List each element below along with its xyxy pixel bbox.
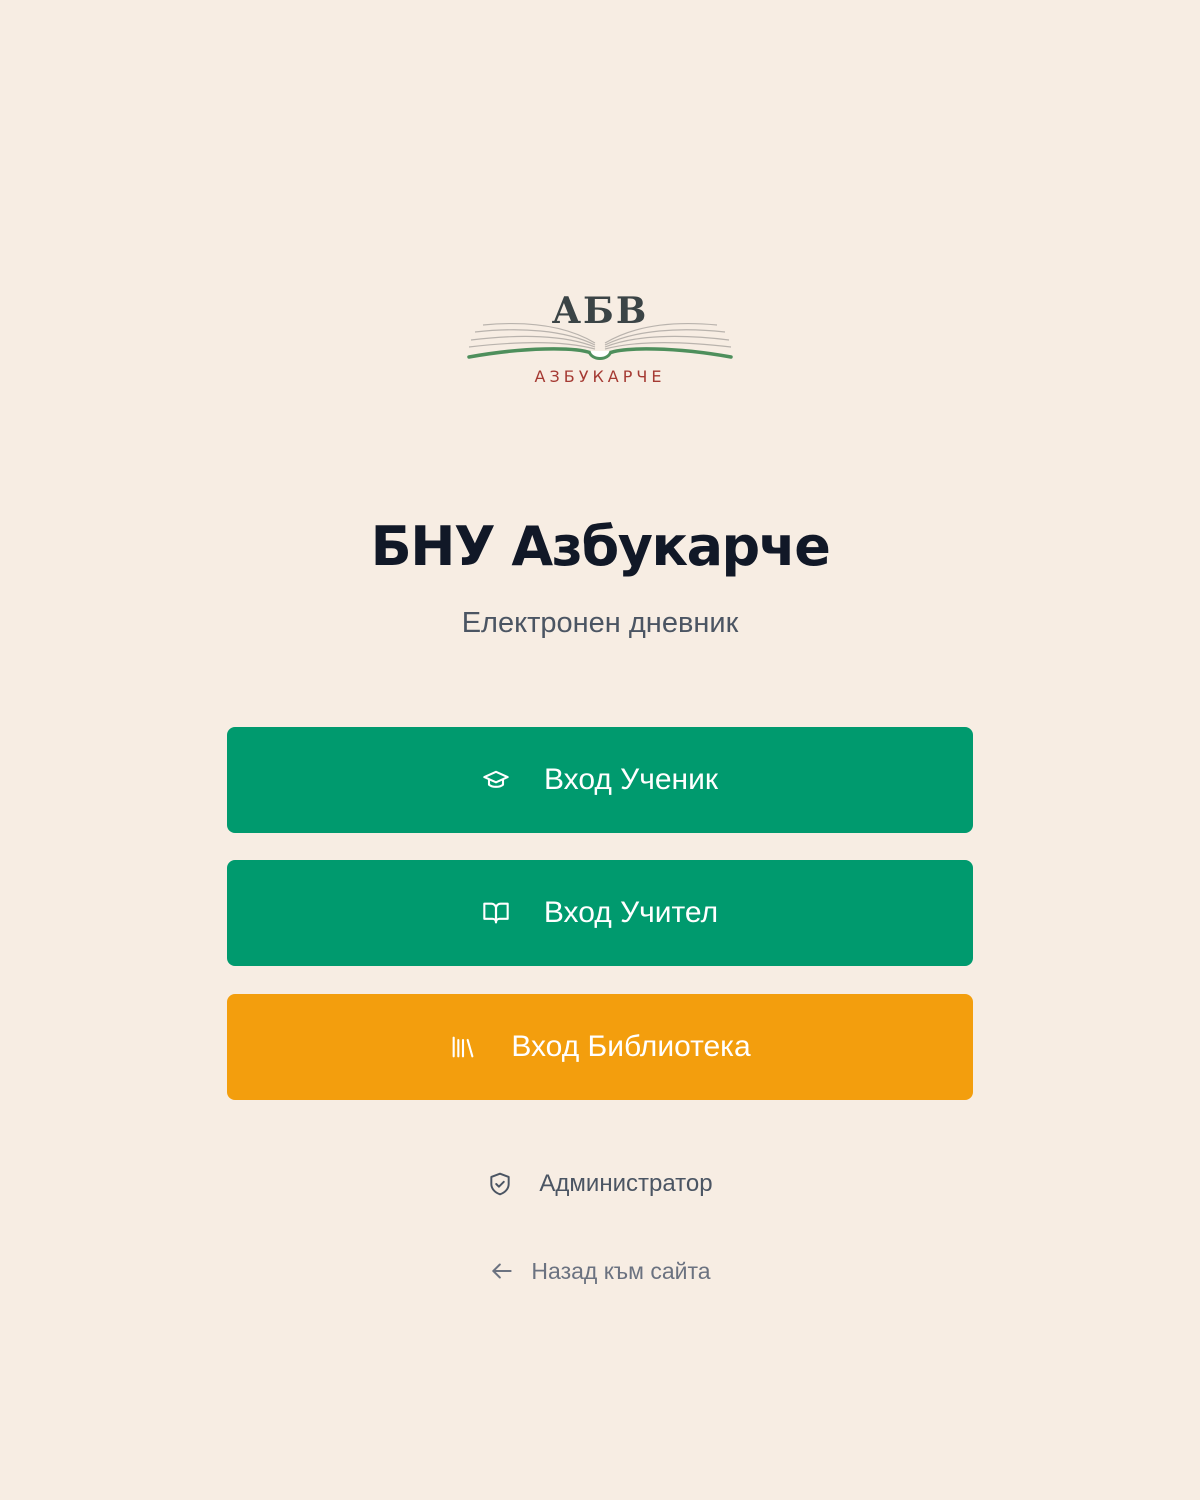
- admin-login-label: Администратор: [539, 1170, 713, 1197]
- library-login-label: Вход Библиотека: [511, 1030, 751, 1063]
- page-title: БНУ Азбукарче: [370, 515, 831, 578]
- svg-text:АЗБУКАРЧЕ: АЗБУКАРЧЕ: [535, 367, 666, 386]
- library-books-icon: [449, 1033, 477, 1061]
- shield-check-icon: [487, 1171, 513, 1197]
- teacher-login-label: Вход Учител: [543, 896, 719, 929]
- teacher-login-button[interactable]: Вход Учител: [227, 860, 973, 966]
- open-book-icon: [482, 899, 510, 927]
- school-logo: АБВ АЗБУКАРЧЕ: [465, 285, 735, 390]
- arrow-left-icon: [489, 1258, 515, 1284]
- graduation-cap-icon: [482, 766, 510, 794]
- admin-login-link[interactable]: Администратор: [0, 1166, 1200, 1202]
- svg-text:АБВ: АБВ: [552, 290, 649, 332]
- back-to-site-link[interactable]: Назад към сайта: [0, 1253, 1200, 1289]
- student-login-button[interactable]: Вход Ученик: [227, 727, 973, 833]
- back-to-site-label: Назад към сайта: [531, 1257, 711, 1284]
- login-page: АБВ АЗБУКАРЧЕ БНУ Азбукарче Електронен д…: [0, 0, 1200, 1500]
- open-book-icon: АБВ АЗБУКАРЧЕ: [467, 290, 733, 386]
- student-login-label: Вход Ученик: [543, 763, 719, 796]
- library-login-button[interactable]: Вход Библиотека: [227, 994, 973, 1100]
- page-subtitle: Електронен дневник: [461, 607, 739, 639]
